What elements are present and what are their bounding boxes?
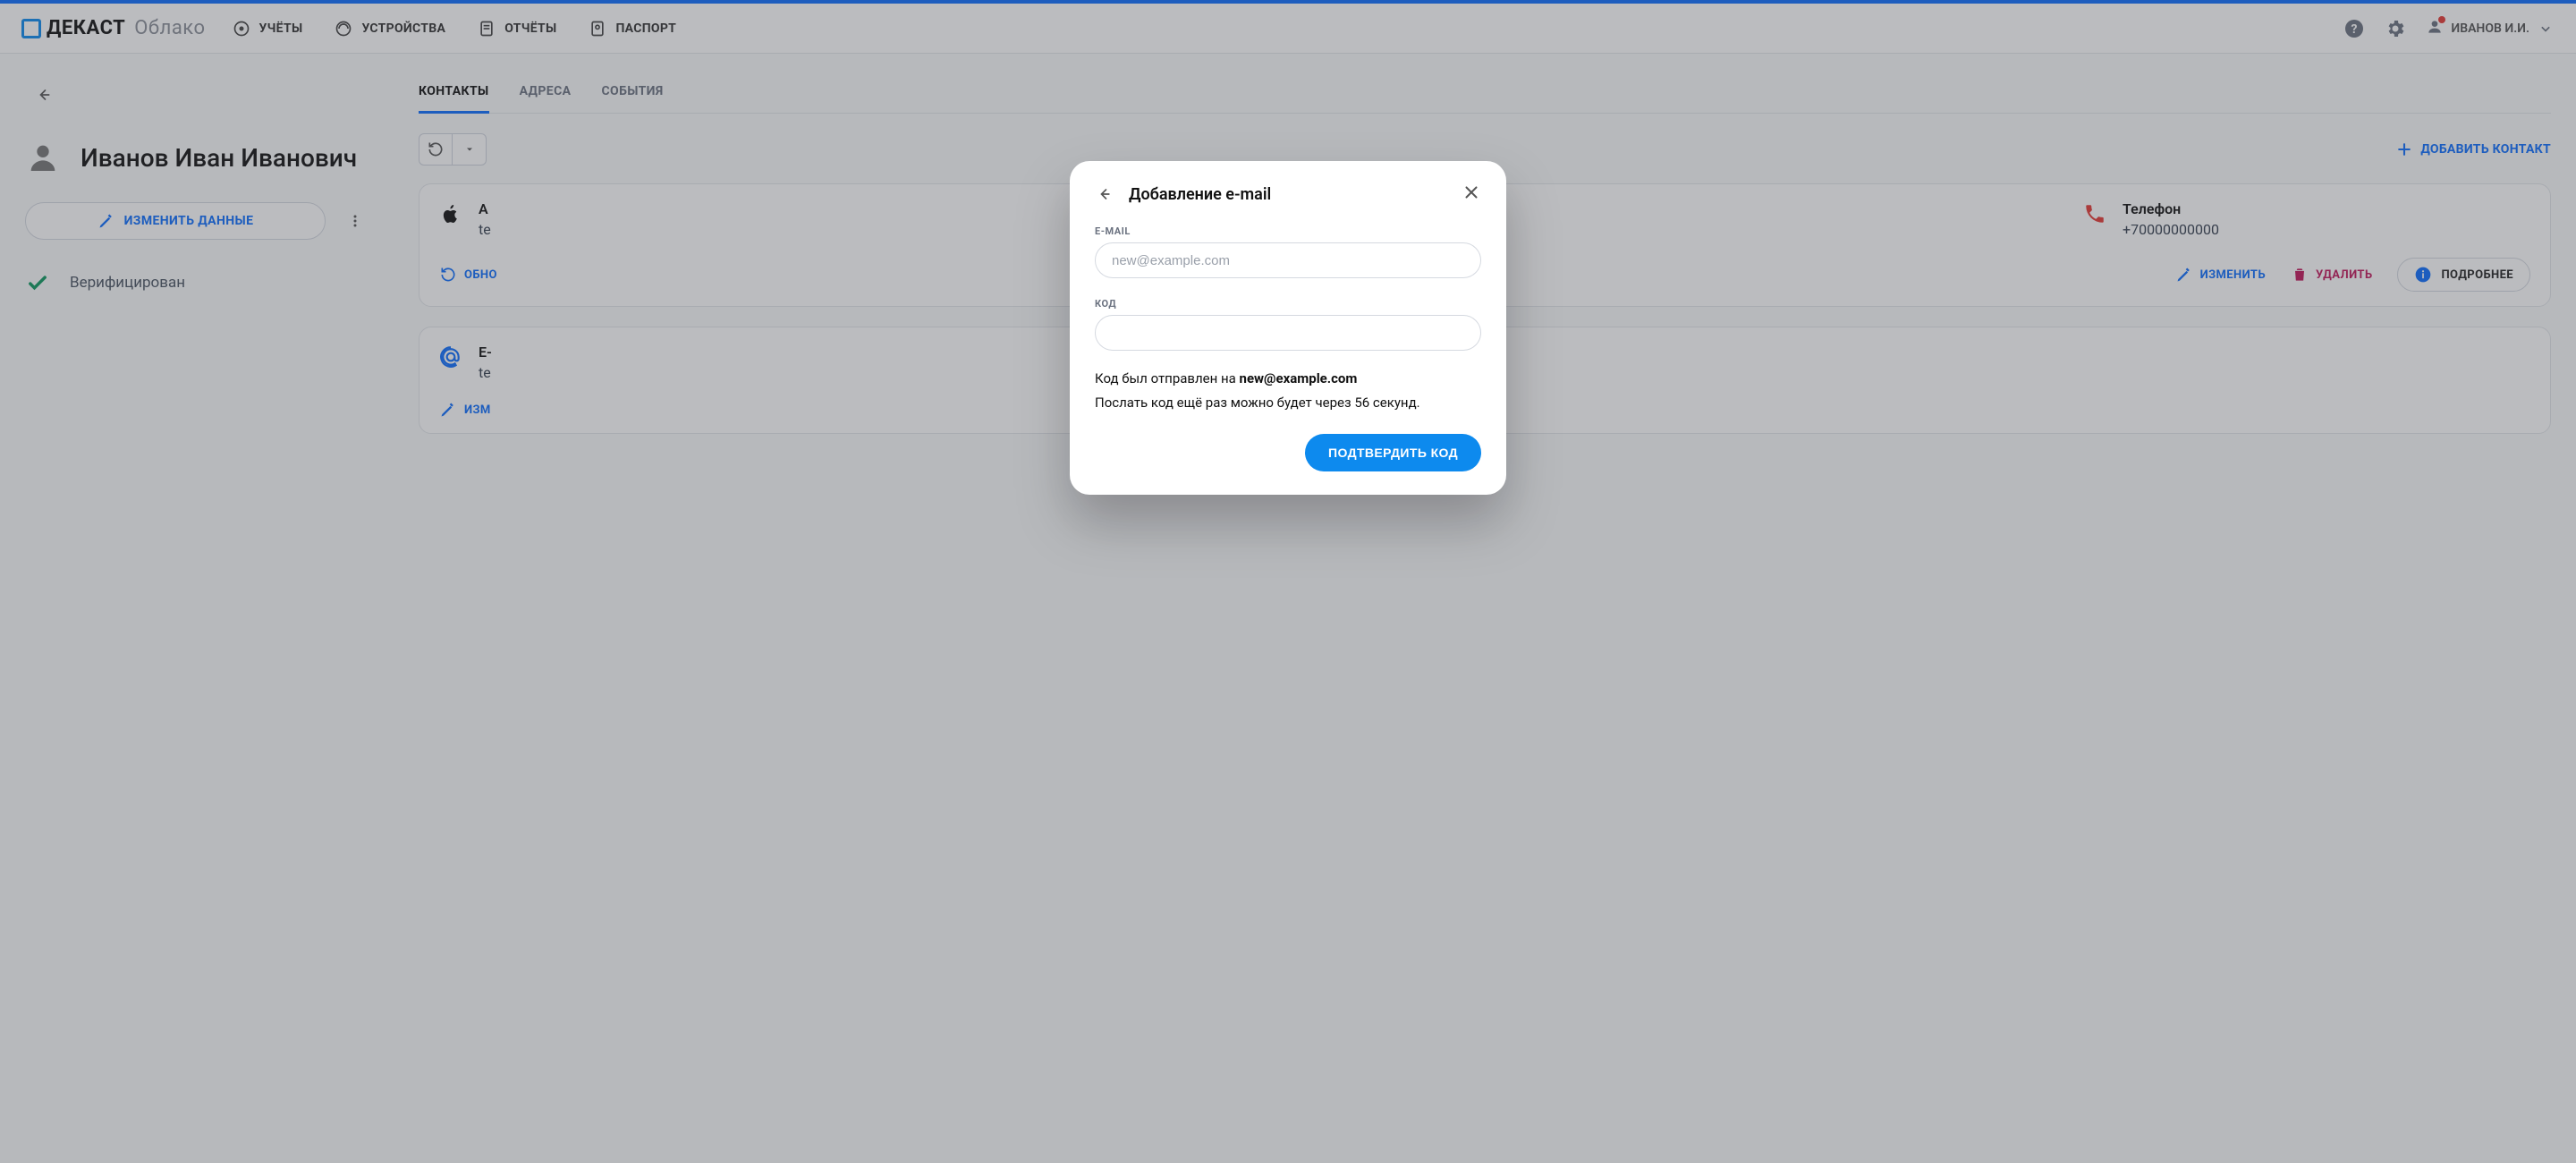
close-icon bbox=[1462, 183, 1481, 202]
code-field-group: КОД bbox=[1095, 298, 1481, 351]
email-input[interactable] bbox=[1095, 242, 1481, 278]
code-sent-text: Код был отправлен на new@example.com bbox=[1095, 369, 1481, 389]
add-email-modal: Добавление e-mail E-MAIL КОД Код был отп… bbox=[1070, 161, 1506, 495]
close-button[interactable] bbox=[1462, 183, 1481, 206]
modal-title: Добавление e-mail bbox=[1129, 185, 1271, 204]
email-label: E-MAIL bbox=[1095, 225, 1481, 237]
code-label: КОД bbox=[1095, 298, 1481, 310]
confirm-code-button[interactable]: ПОДТВЕРДИТЬ КОД bbox=[1305, 434, 1481, 471]
email-field-group: E-MAIL bbox=[1095, 225, 1481, 278]
code-input[interactable] bbox=[1095, 315, 1481, 351]
resend-text: Послать код ещё раз можно будет через 56… bbox=[1095, 393, 1481, 413]
modal-overlay[interactable]: Добавление e-mail E-MAIL КОД Код был отп… bbox=[0, 0, 2576, 1163]
arrow-left-icon[interactable] bbox=[1095, 185, 1113, 203]
